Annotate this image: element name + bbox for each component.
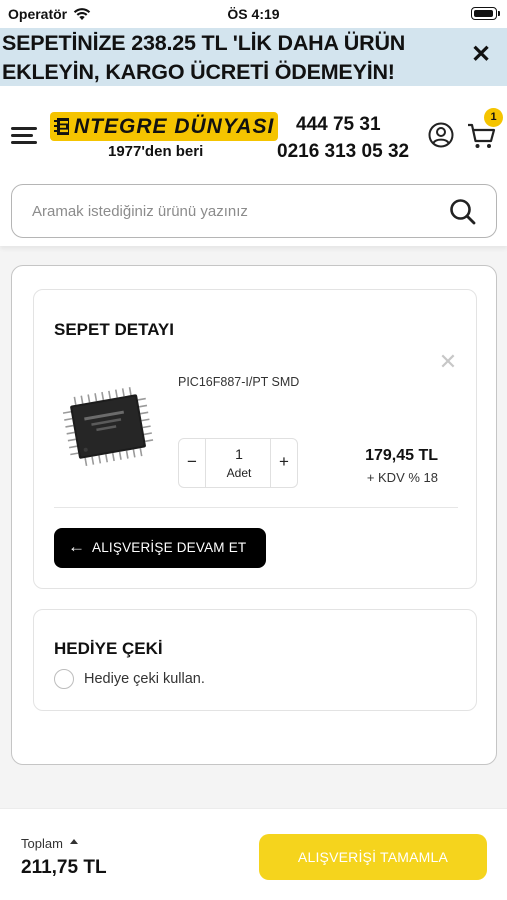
battery-icon [471, 7, 500, 20]
carrier-label: Operatör [8, 6, 91, 22]
user-icon[interactable] [428, 122, 454, 148]
promo-text: SEPETİNİZE 238.25 TL 'LİK DAHA ÜRÜN EKLE… [2, 31, 406, 84]
cart-count-badge: 1 [484, 108, 503, 127]
search-input[interactable] [32, 185, 432, 237]
quantity-stepper: − 1 Adet + [178, 438, 298, 488]
quantity-unit: Adet [226, 466, 252, 480]
continue-shopping-label: ALIŞVERİŞE DEVAM ET [92, 540, 247, 555]
continue-shopping-button[interactable]: ← ALIŞVERİŞE DEVAM ET [54, 528, 266, 568]
product-image[interactable] [62, 385, 160, 467]
status-bar: Operatör ÖS 4:19 [0, 0, 507, 28]
gift-voucher-card: HEDİYE ÇEKİ Hediye çeki kullan. [33, 609, 477, 711]
logo-subtitle: 1977'den beri [108, 143, 204, 160]
menu-icon[interactable] [11, 127, 37, 145]
quantity-decrease-button[interactable]: − [179, 439, 205, 487]
gift-voucher-radio[interactable] [54, 669, 74, 689]
carrier-name: Operatör [8, 6, 68, 22]
item-price: 179,45 TL [365, 447, 438, 464]
cart-detail-card: SEPET DETAYI PIC16F887-I/PT SMD ✕ − 1 Ad… [33, 289, 477, 589]
cart-title: SEPET DETAYI [54, 320, 174, 339]
wifi-icon [73, 8, 91, 20]
quantity-display[interactable]: 1 Adet [205, 439, 271, 487]
site-header: NTEGRE DÜNYASI 1977'den beri 444 75 31 0… [0, 86, 507, 246]
gift-voucher-label[interactable]: Hediye çeki kullan. [84, 671, 205, 687]
search-bar [11, 184, 497, 238]
logo-chip-icon [54, 118, 69, 135]
item-tax-note: + KDV % 18 [366, 470, 438, 485]
product-name[interactable]: PIC16F887-I/PT SMD [178, 375, 299, 389]
quantity-increase-button[interactable]: + [271, 439, 297, 487]
cart-page-card: SEPET DETAYI PIC16F887-I/PT SMD ✕ − 1 Ad… [11, 265, 497, 765]
total-label[interactable]: Toplam [21, 836, 63, 851]
phone-number-2[interactable]: 0216 313 05 32 [277, 141, 409, 163]
caret-up-icon[interactable] [70, 839, 78, 844]
remove-item-icon[interactable]: ✕ [438, 351, 458, 373]
checkout-footer: Toplam 211,75 TL ALIŞVERİŞİ TAMAMLA [0, 808, 507, 900]
promo-banner: SEPETİNİZE 238.25 TL 'LİK DAHA ÜRÜN EKLE… [0, 28, 507, 86]
quantity-value: 1 [235, 446, 243, 462]
logo[interactable]: NTEGRE DÜNYASI 1977'den beri [50, 112, 278, 162]
close-icon[interactable]: ✕ [469, 43, 493, 67]
divider [54, 507, 458, 508]
search-icon[interactable] [449, 198, 476, 225]
logo-text: NTEGRE DÜNYASI [74, 115, 275, 138]
arrow-left-icon: ← [68, 537, 85, 556]
total-value: 211,75 TL [21, 857, 107, 878]
phone-number-1[interactable]: 444 75 31 [296, 114, 381, 136]
complete-purchase-button[interactable]: ALIŞVERİŞİ TAMAMLA [259, 834, 487, 880]
gift-voucher-title: HEDİYE ÇEKİ [54, 639, 163, 658]
